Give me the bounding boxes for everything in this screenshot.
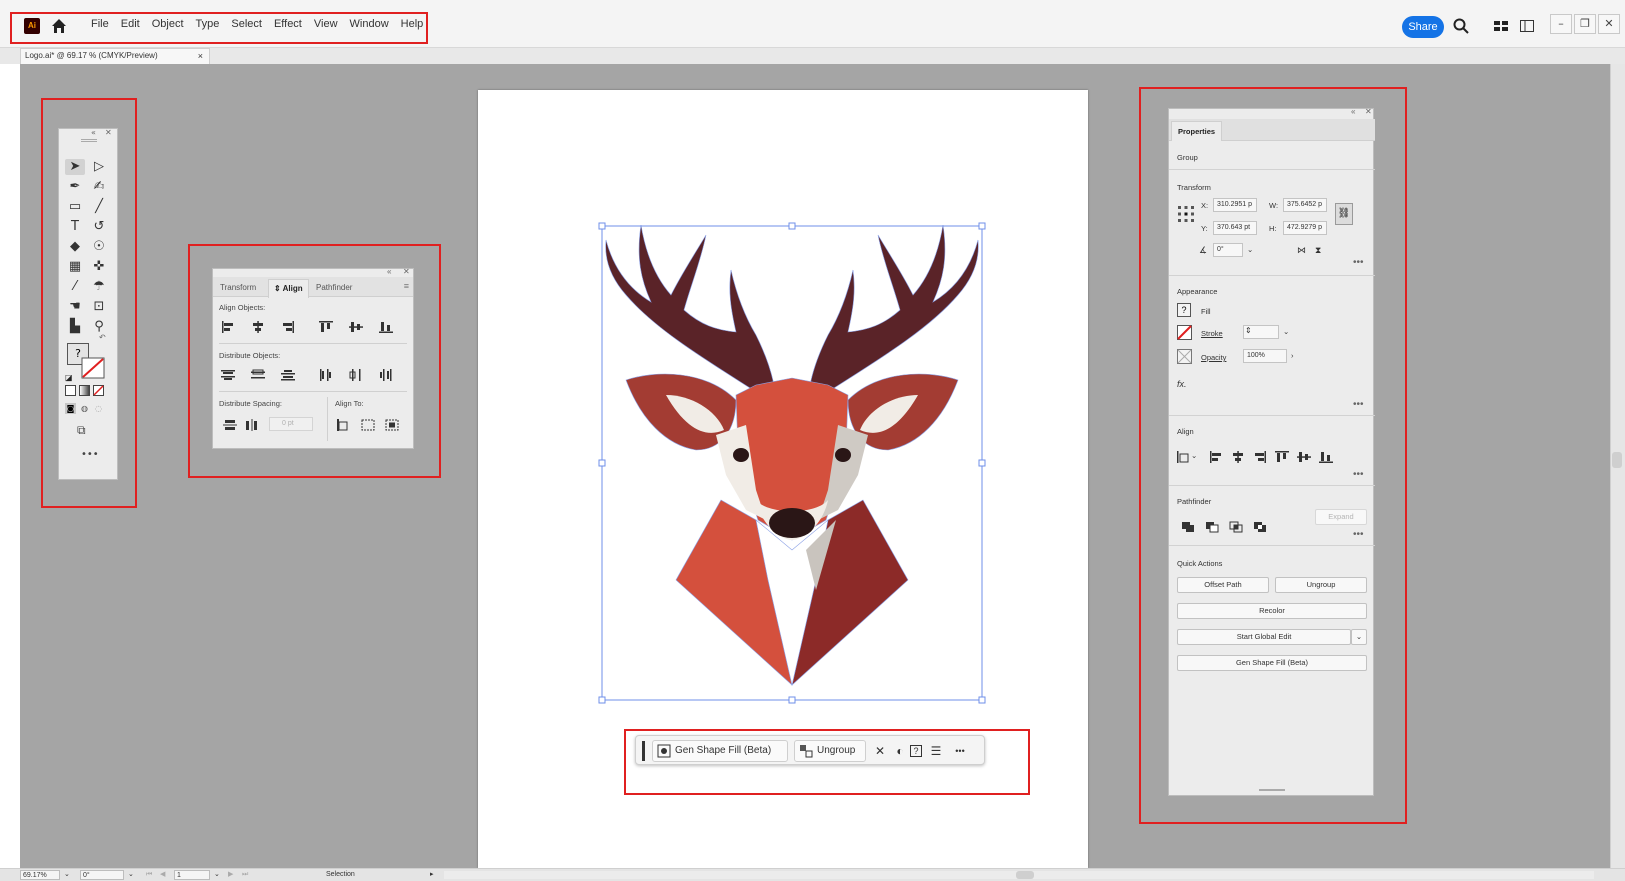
document-tab-title: Logo.ai* @ 69.17 % (CMYK/Preview): [25, 51, 158, 60]
first-artboard-icon[interactable]: ⏮: [146, 870, 152, 880]
last-artboard-icon[interactable]: ⏭: [242, 870, 248, 880]
artboard-number-input[interactable]: 1: [174, 870, 210, 880]
annotation-box-taskbar: [624, 729, 1030, 795]
rotation-view-input[interactable]: 0°: [80, 870, 124, 880]
rotation-dropdown-icon[interactable]: ⌄: [128, 870, 134, 880]
next-artboard-icon[interactable]: ▶: [228, 870, 233, 880]
deer-logo-artwork[interactable]: [596, 220, 988, 706]
share-button[interactable]: Share: [1402, 16, 1444, 38]
minimize-button[interactable]: –: [1550, 14, 1572, 34]
previous-artboard-icon[interactable]: ◀: [160, 870, 165, 880]
vertical-scrollbar-thumb[interactable]: [1612, 452, 1622, 468]
restore-button[interactable]: ❐: [1574, 14, 1596, 34]
close-tab-icon[interactable]: ×: [198, 49, 203, 63]
annotation-box-menubar: [10, 12, 428, 44]
window-controls: – ❐ ✕: [1550, 14, 1620, 34]
illustrator-window: Ai File Edit Object Type Select Effect V…: [0, 0, 1625, 881]
document-tab-row: Logo.ai* @ 69.17 % (CMYK/Preview) ×: [0, 48, 1625, 64]
zoom-dropdown-icon[interactable]: ⌄: [64, 870, 70, 880]
status-bar: 69.17% ⌄ 0° ⌄ ⏮ ◀ 1 ⌄ ▶ ⏭ Selection ▸: [0, 868, 1625, 881]
arrange-documents-icon[interactable]: [1518, 17, 1536, 35]
annotation-box-properties: [1139, 87, 1407, 824]
close-window-button[interactable]: ✕: [1598, 14, 1620, 34]
zoom-level-input[interactable]: 69.17%: [20, 870, 60, 880]
horizontal-scrollbar-thumb[interactable]: [1016, 871, 1034, 879]
search-icon[interactable]: [1452, 17, 1470, 35]
annotation-box-tools: [41, 98, 137, 508]
current-tool-label: Selection: [326, 871, 355, 878]
artboard-dropdown-icon[interactable]: ⌄: [214, 870, 220, 880]
status-menu-arrow-icon[interactable]: ▸: [430, 870, 434, 880]
document-tab[interactable]: Logo.ai* @ 69.17 % (CMYK/Preview) ×: [20, 48, 210, 64]
annotation-box-align: [188, 244, 441, 478]
workspace-switcher-icon[interactable]: [1492, 17, 1510, 35]
